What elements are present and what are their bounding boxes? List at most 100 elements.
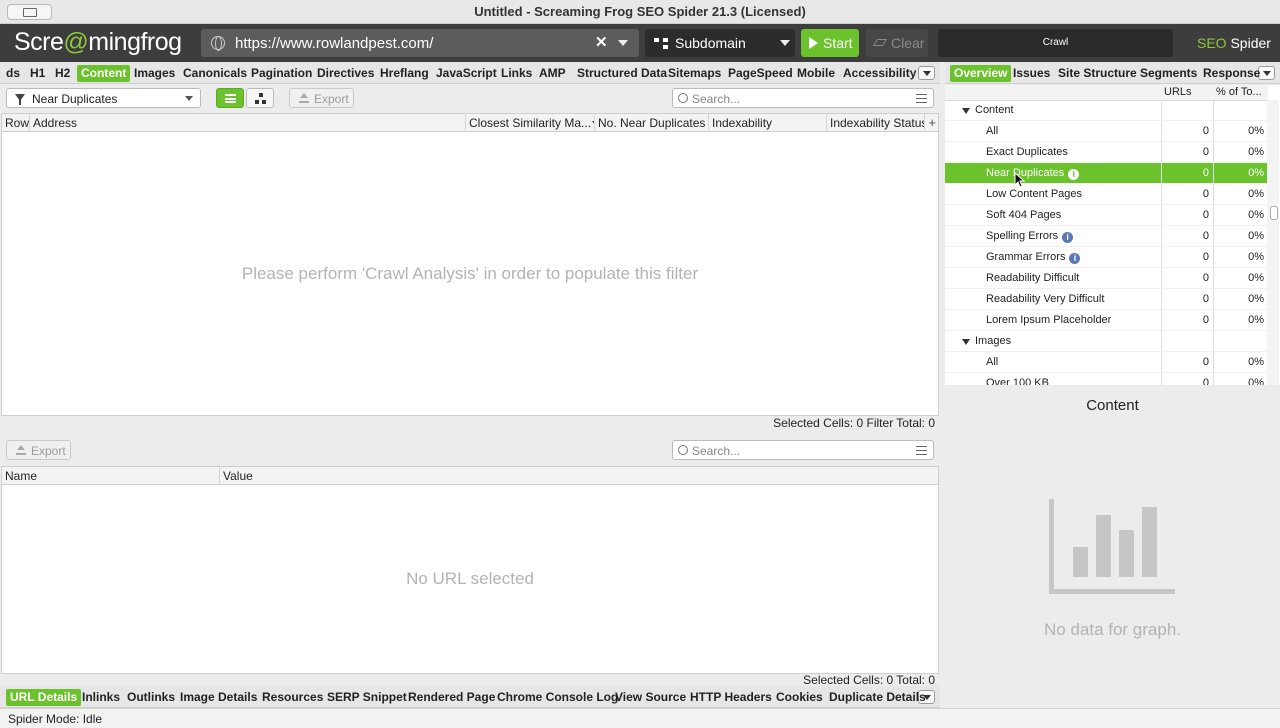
info-icon[interactable]: i <box>1068 169 1080 180</box>
overview-row-percent: 0% <box>1213 373 1267 385</box>
bottom-tab-outlinks[interactable]: Outlinks <box>123 689 179 706</box>
column-header-name[interactable]: Name <box>2 467 220 485</box>
start-button[interactable]: Start <box>801 29 859 57</box>
logo-text-end: mingfrog <box>88 28 182 56</box>
details-table-header: Name Value <box>2 467 938 485</box>
details-search-input[interactable]: Search... <box>672 440 934 460</box>
bottom-tab-serp-snippet[interactable]: SERP Snippet <box>323 689 411 706</box>
right-tab-segments[interactable]: Segments <box>1136 65 1201 82</box>
overview-row[interactable]: Spelling Errors i 0 0% <box>945 226 1268 247</box>
tab-accessibility[interactable]: Accessibility <box>839 65 920 82</box>
column-header-urls[interactable]: URLs <box>1161 85 1195 99</box>
tab-mobile[interactable]: Mobile <box>793 65 839 82</box>
search-input[interactable]: Search... <box>672 88 934 108</box>
overview-row[interactable]: All 0 0% <box>945 352 1268 373</box>
overview-group-row[interactable]: Content <box>945 100 1268 121</box>
overview-scrollbar[interactable] <box>1267 100 1279 385</box>
info-icon[interactable]: i <box>1062 232 1074 243</box>
overview-row-percent: 0% <box>1213 121 1267 141</box>
overview-row-name: Grammar Errors <box>986 251 1066 263</box>
tab-hreflang[interactable]: Hreflang <box>376 65 433 82</box>
export-button[interactable]: Export <box>289 88 354 108</box>
tab-pagespeed[interactable]: PageSpeed <box>724 65 797 82</box>
globe-icon <box>211 36 225 51</box>
overview-row-percent: 0% <box>1213 184 1267 204</box>
overview-group-row[interactable]: Images <box>945 331 1268 352</box>
overview-row-urls: 0 <box>1161 142 1213 162</box>
logo-text-start: Scre <box>14 28 64 56</box>
search-options-icon[interactable] <box>916 94 927 103</box>
overview-row-percent: 0% <box>1213 205 1267 225</box>
tab-canonicals[interactable]: Canonicals <box>179 65 251 82</box>
crawl-scope-value: Subdomain <box>675 35 746 51</box>
tree-view-button[interactable] <box>246 88 274 108</box>
overview-row-urls: 0 <box>1161 352 1213 372</box>
url-history-dropdown-icon[interactable] <box>618 40 628 46</box>
overview-row-label: Grammar Errors i <box>986 251 1081 264</box>
tab-directives[interactable]: Directives <box>313 65 378 82</box>
tab-content[interactable]: Content <box>77 65 131 82</box>
clear-url-icon[interactable]: ✕ <box>595 33 608 51</box>
logo-frog-glyph: @ <box>63 28 89 56</box>
bottom-tab-duplicate-details[interactable]: Duplicate Details <box>825 689 930 706</box>
column-header-address[interactable]: Address <box>30 114 466 132</box>
bottom-tab-inlinks[interactable]: Inlinks <box>78 689 124 706</box>
overview-row-name: Low Content Pages <box>986 188 1083 200</box>
column-header-near-duplicates[interactable]: No. Near Duplicates <box>595 114 709 132</box>
overview-row[interactable]: Exact Duplicates 0 0% <box>945 142 1268 163</box>
tab-structured-data[interactable]: Structured Data <box>573 65 671 82</box>
eraser-icon <box>872 39 888 46</box>
expand-triangle-icon[interactable] <box>962 339 970 345</box>
overview-row[interactable]: Low Content Pages 0 0% <box>945 184 1268 205</box>
bottom-tab-view-source[interactable]: View Source <box>611 689 690 706</box>
bottom-tab-http-headers[interactable]: HTTP Headers <box>686 689 776 706</box>
tabs-overflow-button[interactable] <box>918 66 935 80</box>
bottom-tab-chrome-console-log[interactable]: Chrome Console Log <box>493 689 622 706</box>
tab-h2[interactable]: H2 <box>51 65 74 82</box>
tab-amp[interactable]: AMP <box>535 65 570 82</box>
column-header-closest-similarity[interactable]: Closest Similarity Ma... <box>466 114 595 132</box>
scrollbar-thumb[interactable] <box>1270 206 1278 220</box>
overview-row[interactable]: Lorem Ipsum Placeholder 0 0% <box>945 310 1268 331</box>
crawl-scope-select[interactable]: Subdomain <box>645 29 795 57</box>
tab-sitemaps[interactable]: Sitemaps <box>664 65 725 82</box>
list-view-button[interactable] <box>216 88 244 108</box>
column-header-value[interactable]: Value <box>220 467 938 485</box>
overview-row[interactable]: Over 100 KB 0 0% <box>945 373 1268 385</box>
overview-row-label: Spelling Errors i <box>986 230 1074 243</box>
url-input[interactable]: https://www.rowlandpest.com/ ✕ <box>201 29 639 57</box>
details-export-button[interactable]: Export <box>6 440 71 460</box>
info-icon[interactable]: i <box>1069 253 1081 264</box>
tab-pagination[interactable]: Pagination <box>247 65 316 82</box>
overview-row[interactable]: All 0 0% <box>945 121 1268 142</box>
overview-row[interactable]: Grammar Errors i 0 0% <box>945 247 1268 268</box>
column-header-indexability[interactable]: Indexability <box>709 114 827 132</box>
tree-icon <box>654 38 668 49</box>
add-column-icon[interactable]: + <box>928 115 936 130</box>
column-header-row[interactable]: Row <box>2 114 30 132</box>
tab-links[interactable]: Links <box>497 65 536 82</box>
overview-row[interactable]: Near Duplicates i 0 0% <box>945 163 1268 184</box>
bottom-tab-url-details[interactable]: URL Details <box>6 689 82 706</box>
tab-ds[interactable]: ds <box>2 65 24 82</box>
overview-row[interactable]: Readability Difficult 0 0% <box>945 268 1268 289</box>
right-tab-site-structure[interactable]: Site Structure <box>1054 65 1141 82</box>
overview-row[interactable]: Readability Very Difficult 0 0% <box>945 289 1268 310</box>
bottom-tab-image-details[interactable]: Image Details <box>176 689 261 706</box>
right-tab-issues[interactable]: Issues <box>1009 65 1054 82</box>
column-header-indexability-status[interactable]: Indexability Status <box>827 114 925 132</box>
tab-h1[interactable]: H1 <box>26 65 49 82</box>
search-options-icon[interactable] <box>916 446 927 455</box>
overview-row[interactable]: Soft 404 Pages 0 0% <box>945 205 1268 226</box>
bottom-tab-rendered-page[interactable]: Rendered Page <box>404 689 499 706</box>
clear-button[interactable]: Clear <box>866 29 928 57</box>
bottom-tab-cookies[interactable]: Cookies <box>772 689 827 706</box>
filter-select[interactable]: Near Duplicates <box>6 88 201 108</box>
tab-javascript[interactable]: JavaScript <box>432 65 501 82</box>
right-tab-response[interactable]: Response <box>1199 65 1264 82</box>
expand-triangle-icon[interactable] <box>962 108 970 114</box>
column-header-percent[interactable]: % of To... <box>1213 85 1265 99</box>
right-tab-overview[interactable]: Overview <box>950 65 1012 82</box>
bottom-tab-resources[interactable]: Resources <box>258 689 327 706</box>
tab-images[interactable]: Images <box>130 65 179 82</box>
